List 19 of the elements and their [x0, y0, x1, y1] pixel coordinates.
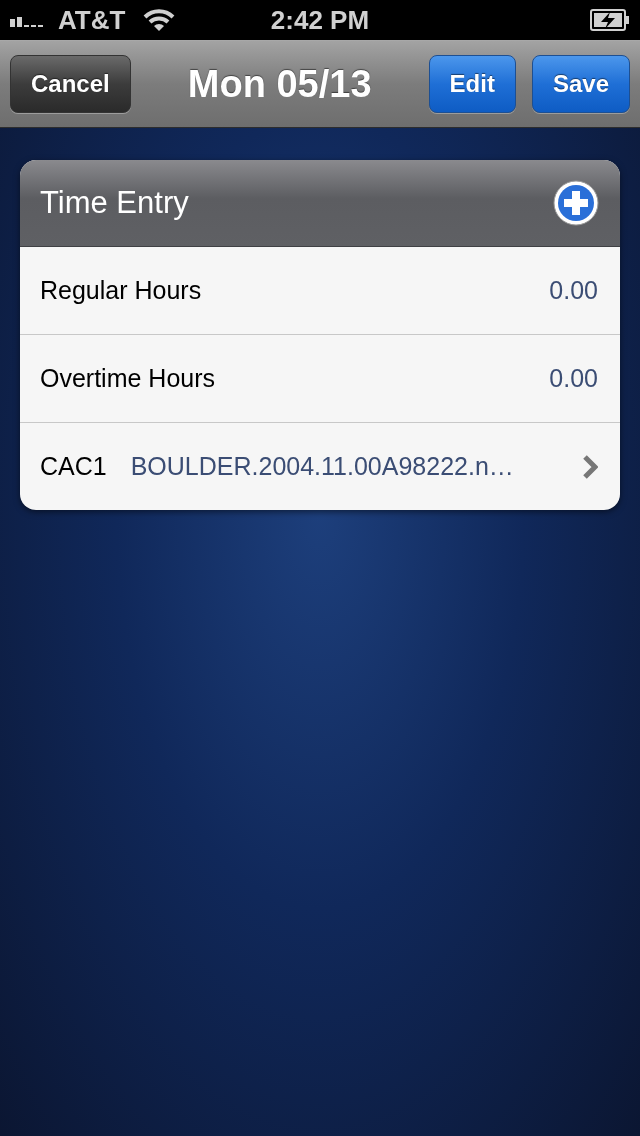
nav-title: Mon 05/13: [186, 62, 373, 106]
row-label: CAC1: [40, 452, 107, 481]
add-icon[interactable]: [552, 179, 600, 227]
row-label: Regular Hours: [40, 276, 202, 305]
clock: 2:42 PM: [270, 4, 370, 36]
row-label: Overtime Hours: [40, 364, 216, 393]
section-title: Time Entry: [40, 185, 189, 221]
row-value: 0.00: [549, 364, 598, 393]
chevron-icon: [582, 453, 598, 480]
nav-button[interactable]: Edit: [428, 55, 516, 113]
table-row[interactable]: Overtime Hours 0.00: [20, 334, 620, 422]
nav-button[interactable]: Save: [531, 55, 630, 113]
row-value: BOULDER.2004.11.00A98222.n…: [130, 452, 515, 481]
carrier-name: AT&T: [58, 4, 126, 36]
row-value: 0.00: [549, 276, 598, 305]
table-row[interactable]: Regular Hours 0.00: [20, 247, 620, 334]
wifi-icon: [143, 8, 176, 32]
table-row[interactable]: CAC1 BOULDER.2004.11.00A98222.n…: [20, 422, 620, 510]
nav-button[interactable]: Cancel: [10, 55, 131, 113]
